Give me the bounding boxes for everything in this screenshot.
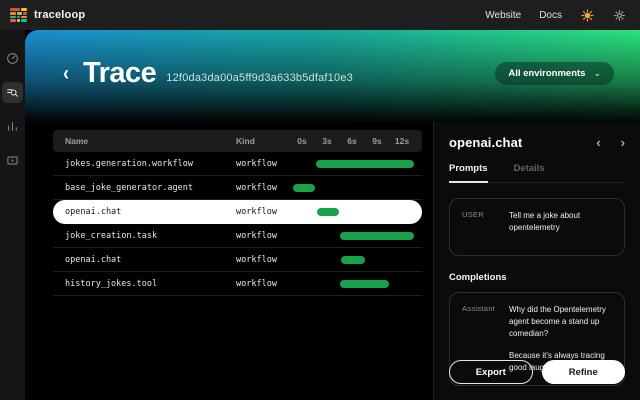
table-header: Name Kind 0s 3s 6s 9s 12s [53,130,422,152]
panel-tabs: Prompts Details [449,163,625,183]
dashboard-gauge-icon [6,52,19,65]
table-row[interactable]: history_jokes.toolworkflow [53,272,422,296]
trace-table-body: jokes.generation.workflowworkflowbase_jo… [53,152,422,296]
top-bar: traceloop Website Docs [0,0,640,30]
span-duration-bar [317,208,339,216]
sidebar-item-dashboard[interactable] [2,48,23,69]
sidebar-item-playground[interactable] [2,150,23,171]
tick-label: 0s [297,136,306,146]
completions-heading: Completions [449,272,625,283]
table-row[interactable]: openai.chatworkflow [53,248,422,272]
page-title: Trace [83,57,156,90]
span-kind: workflow [236,279,290,289]
span-kind: workflow [236,183,290,193]
back-button[interactable]: ‹ [63,62,69,84]
tick-label: 3s [322,136,331,146]
tab-details[interactable]: Details [514,163,545,182]
tick-label: 6s [347,136,356,146]
settings-gear-icon[interactable] [612,8,626,22]
bar-chart-icon [6,120,19,133]
span-duration-bar [341,256,365,264]
span-kind: workflow [236,231,290,241]
span-duration-track [290,272,422,295]
span-name: openai.chat [53,255,236,265]
trace-header: ‹ Trace 12f0da3da00a5ff9d3a633b5dfaf10e3… [25,30,640,122]
brand-name: traceloop [34,9,85,21]
column-header-name: Name [53,136,236,146]
tick-label: 12s [395,136,409,146]
tab-prompts[interactable]: Prompts [449,163,488,183]
span-name: joke_creation.task [53,231,236,241]
table-row[interactable]: openai.chatworkflow [53,200,422,224]
main-area: ‹ Trace 12f0da3da00a5ff9d3a633b5dfaf10e3… [25,30,640,400]
left-sidebar [0,30,25,400]
span-kind: workflow [236,207,290,217]
span-duration-track [290,248,422,271]
sidebar-item-traces[interactable] [2,82,23,103]
playground-monitor-icon [6,154,19,167]
trace-search-icon [6,86,19,99]
table-row[interactable]: joke_creation.taskworkflow [53,224,422,248]
trace-id: 12f0da3da00a5ff9d3a633b5dfaf10e3 [166,72,353,84]
environment-dropdown[interactable]: All environments ⌄ [495,62,614,85]
column-header-kind: Kind [236,136,290,146]
nav-link-website[interactable]: Website [485,10,521,21]
prompt-text: Tell me a joke about opentelemetry [509,210,612,244]
sidebar-item-analytics[interactable] [2,116,23,137]
span-title: openai.chat [449,135,522,150]
span-name: base_joke_generator.agent [53,183,236,193]
table-row[interactable]: jokes.generation.workflowworkflow [53,152,422,176]
prompt-message-box: USER Tell me a joke about opentelemetry [449,198,625,256]
span-duration-bar [340,232,414,240]
nav-link-docs[interactable]: Docs [539,10,562,21]
refine-button[interactable]: Refine [542,360,626,384]
tick-label: 9s [372,136,381,146]
span-duration-bar [316,160,414,168]
timeline-ticks: 0s 3s 6s 9s 12s [290,130,422,152]
traceloop-logo-icon [10,8,27,22]
span-duration-track [290,200,422,223]
span-duration-track [290,176,422,199]
prompt-role-label: USER [462,210,509,244]
export-button[interactable]: Export [449,360,533,384]
span-name: openai.chat [53,207,236,217]
span-duration-track [290,152,422,175]
span-duration-bar [340,280,389,288]
span-details-panel: openai.chat ‹ › Prompts Details USER Tel… [433,122,640,400]
span-kind: workflow [236,255,290,265]
chevron-down-icon: ⌄ [593,71,601,75]
table-row[interactable]: base_joke_generator.agentworkflow [53,176,422,200]
spans-table: Name Kind 0s 3s 6s 9s 12s jokes.generati… [25,122,433,400]
span-kind: workflow [236,159,290,169]
prev-span-button[interactable]: ‹ [596,136,600,149]
span-name: jokes.generation.workflow [53,159,236,169]
theme-sun-icon[interactable] [580,8,594,22]
span-duration-bar [293,184,315,192]
span-name: history_jokes.tool [53,279,236,289]
next-span-button[interactable]: › [621,136,625,149]
span-duration-track [290,224,422,247]
